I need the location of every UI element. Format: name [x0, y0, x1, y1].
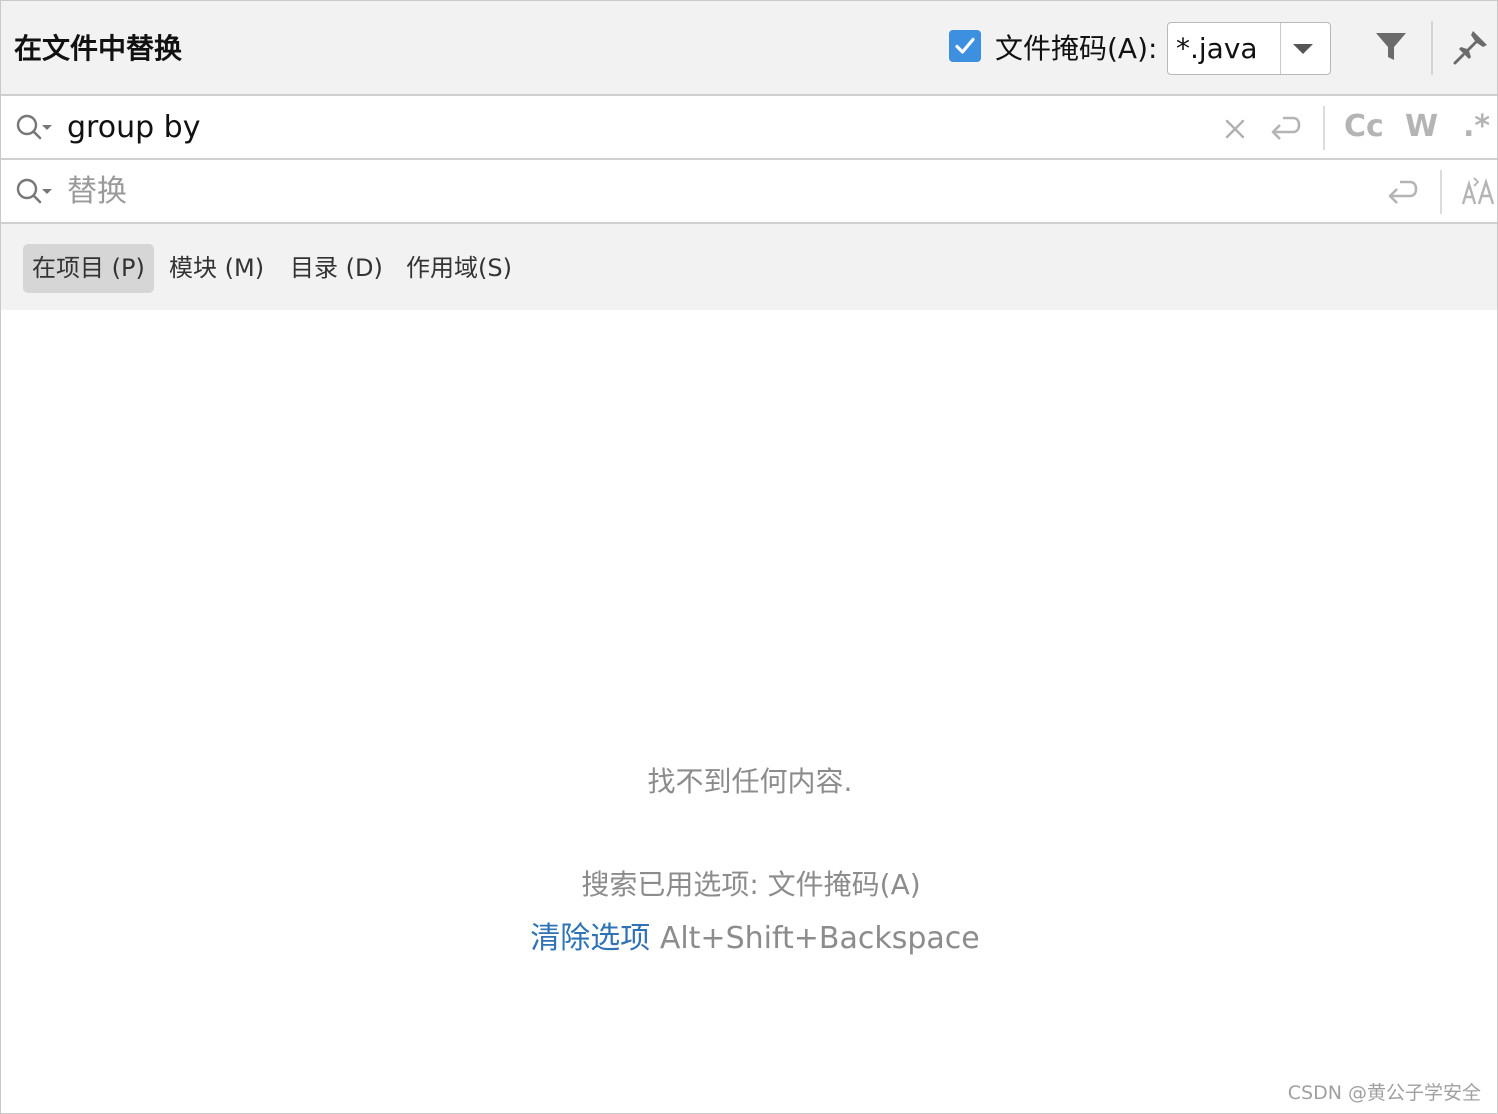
file-mask-label[interactable]: 文件掩码(A):	[995, 31, 1157, 67]
tab-module[interactable]: 模块 (M)	[160, 244, 273, 293]
clear-options-link[interactable]: 清除选项	[530, 921, 650, 956]
preserve-case-icon[interactable]	[1461, 176, 1495, 208]
file-mask-checkbox[interactable]	[949, 30, 981, 62]
newline-icon[interactable]	[1386, 178, 1418, 208]
options-divider	[1440, 170, 1442, 214]
header-divider	[1431, 21, 1433, 75]
clear-icon[interactable]	[1224, 118, 1246, 140]
empty-results-message: 找不到任何内容.	[647, 765, 853, 798]
filter-icon[interactable]	[1374, 31, 1408, 63]
combobox-divider	[1280, 23, 1281, 74]
options-divider	[1323, 106, 1325, 150]
tab-directory[interactable]: 目录 (D)	[281, 244, 392, 293]
clear-options-shortcut: Alt+Shift+Backspace	[659, 921, 980, 956]
dialog-title: 在文件中替换	[14, 32, 183, 65]
whole-words-toggle[interactable]: W	[1405, 108, 1438, 146]
watermark: CSDN @黄公子学安全	[1287, 1082, 1481, 1104]
find-in-files-dialog: 在文件中替换 文件掩码(A): *.java group by Cc W .* …	[0, 0, 1498, 1114]
newline-icon[interactable]	[1269, 114, 1301, 144]
regex-toggle[interactable]: .*	[1463, 108, 1490, 146]
tab-project[interactable]: 在项目 (P)	[23, 244, 154, 293]
scope-bar: 在项目 (P) 模块 (M) 目录 (D) 作用域(S)	[1, 224, 1497, 310]
checkmark-icon	[955, 37, 975, 54]
replace-row: 替换	[1, 160, 1497, 224]
search-row: group by Cc W .*	[1, 96, 1497, 160]
tab-scope[interactable]: 作用域(S)	[397, 244, 521, 293]
match-case-toggle[interactable]: Cc	[1344, 108, 1384, 146]
replace-input[interactable]: 替换	[67, 173, 127, 211]
magnifier-history-icon[interactable]	[15, 177, 55, 207]
search-input[interactable]: group by	[67, 109, 200, 147]
file-mask-combobox[interactable]: *.java	[1167, 22, 1331, 75]
clear-options-line: 清除选项 Alt+Shift+Backspace	[1, 919, 1498, 959]
options-used-text: 搜索已用选项: 文件掩码(A)	[581, 868, 921, 901]
pin-icon[interactable]	[1453, 29, 1489, 65]
file-mask-value[interactable]: *.java	[1176, 31, 1258, 67]
magnifier-history-icon[interactable]	[15, 113, 55, 143]
chevron-down-icon[interactable]	[1292, 43, 1314, 55]
dialog-header: 在文件中替换 文件掩码(A): *.java	[1, 1, 1497, 96]
